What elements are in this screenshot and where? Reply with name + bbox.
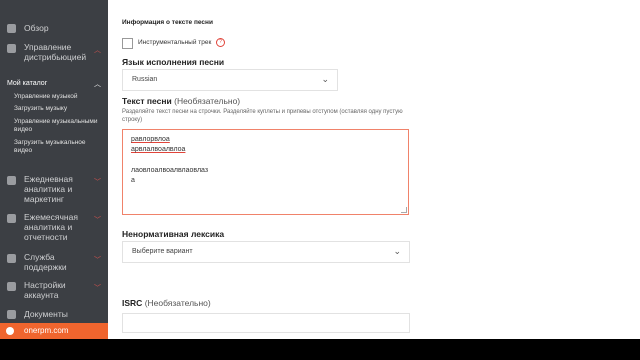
- language-value: Russian: [132, 76, 158, 83]
- sidebar-subitem-manage-videos[interactable]: Управление музыкальными видео: [14, 118, 102, 134]
- explicit-select[interactable]: Выберите вариант ⌄: [122, 241, 410, 263]
- gear-icon: [7, 282, 16, 291]
- app-frame: Обзор Управление дистрибьюцией ︿ Мой кат…: [0, 0, 640, 339]
- sidebar: Обзор Управление дистрибьюцией ︿ Мой кат…: [0, 0, 108, 339]
- lyrics-line: арвлалвоалвлоа: [131, 146, 186, 153]
- analytics-icon: [7, 176, 16, 185]
- sidebar-subitem-manage-music[interactable]: Управление музыкой: [14, 93, 102, 101]
- explicit-title: Ненормативная лексика: [122, 229, 225, 239]
- lyrics-textarea[interactable]: равлорвлоа арвлалвоалвлоа лаовлоалвоалвл…: [122, 129, 409, 215]
- isrc-input[interactable]: [122, 313, 410, 333]
- instrumental-checkbox[interactable]: [122, 38, 133, 49]
- language-title: Язык исполнения песни: [122, 57, 225, 67]
- lyrics-line: равлорвлоа: [131, 136, 170, 143]
- lyrics-line: лаовлоалвоалвлаовлаз: [131, 167, 209, 174]
- language-select[interactable]: Russian ⌄: [122, 69, 338, 91]
- lyrics-title-text: Текст песни: [122, 96, 172, 106]
- instrumental-label: Инструментальный трек: [138, 39, 212, 46]
- sidebar-item-label: Ежедневная аналитика и маркетинг: [24, 174, 73, 204]
- sidebar-item-label: Ежемесячная аналитика и отчетности: [24, 212, 78, 242]
- sidebar-subitem-upload-video[interactable]: Загрузить музыкальное видео: [14, 139, 102, 155]
- lyrics-hint: Разделяйте текст песни на строчки. Разде…: [122, 109, 403, 123]
- chevron-down-icon: ﹀: [94, 257, 101, 264]
- chevron-up-icon: ︿: [94, 81, 101, 88]
- document-icon: [7, 310, 16, 319]
- isrc-title-text: ISRC: [122, 298, 143, 308]
- lyrics-info-heading: Информация о тексте песни: [122, 19, 213, 26]
- sidebar-item-label: Настройки аккаунта: [24, 280, 66, 300]
- chevron-down-icon: ⌄: [393, 246, 401, 256]
- info-icon[interactable]: ?: [216, 38, 225, 47]
- lyrics-line: а: [131, 177, 135, 184]
- chevron-down-icon: ⌄: [321, 74, 329, 84]
- optional-label: (Необязательно): [174, 96, 241, 106]
- chevron-up-icon: ︿: [94, 47, 101, 54]
- lyrics-title: Текст песни (Необязательно): [122, 96, 240, 106]
- globe-icon: [6, 327, 14, 335]
- brand-link[interactable]: onerpm.com: [0, 323, 108, 339]
- main-content: Информация о тексте песни Инструментальн…: [108, 0, 640, 339]
- sidebar-item-label: Служба поддержки: [24, 252, 67, 272]
- settings-icon: [7, 44, 16, 53]
- brand-label: onerpm.com: [24, 326, 69, 335]
- chart-icon: [7, 214, 16, 223]
- chevron-down-icon: ﹀: [94, 217, 101, 224]
- optional-label: (Необязательно): [144, 298, 211, 308]
- chevron-down-icon: ﹀: [94, 179, 101, 186]
- catalog-heading[interactable]: Мой каталог: [7, 80, 47, 87]
- support-icon: [7, 254, 16, 263]
- explicit-placeholder: Выберите вариант: [132, 248, 193, 255]
- resize-handle[interactable]: [401, 207, 407, 213]
- chevron-down-icon: ﹀: [94, 285, 101, 292]
- sidebar-subitem-upload-music[interactable]: Загрузить музыку: [14, 105, 102, 113]
- sidebar-item-label: Управление дистрибьюцией: [24, 42, 87, 62]
- isrc-title: ISRC (Необязательно): [122, 298, 211, 308]
- sidebar-item-label: Обзор: [24, 23, 49, 33]
- overview-icon: [7, 24, 16, 33]
- sidebar-item-label: Документы: [24, 309, 68, 319]
